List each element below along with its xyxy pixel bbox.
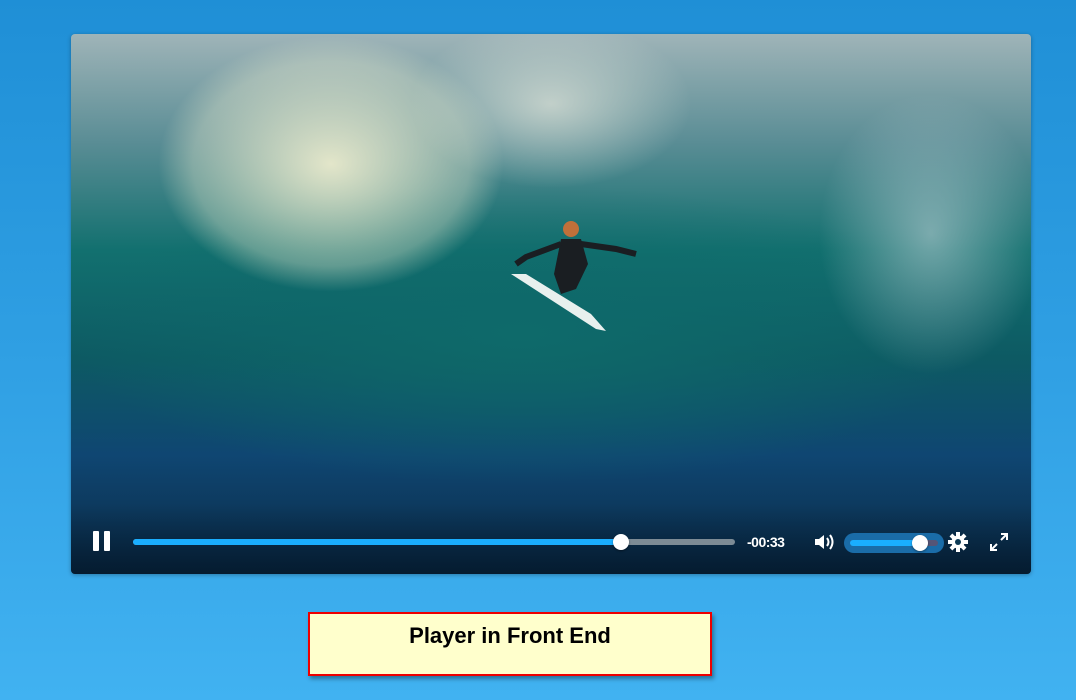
seek-handle[interactable] <box>612 534 629 550</box>
pause-icon-bar <box>104 531 110 551</box>
settings-button[interactable] <box>948 532 968 557</box>
caption-text: Player in Front End <box>409 623 611 648</box>
volume-level <box>850 540 921 546</box>
time-remaining: -00:33 <box>747 534 785 550</box>
mute-button[interactable] <box>813 532 835 557</box>
volume-handle[interactable] <box>912 535 929 551</box>
gear-icon <box>948 532 968 552</box>
volume-track <box>850 535 938 551</box>
pause-button[interactable] <box>93 531 111 551</box>
pause-icon <box>93 531 99 551</box>
volume-icon <box>815 534 834 550</box>
seek-progress <box>133 539 621 545</box>
fullscreen-button[interactable] <box>989 532 1009 557</box>
seek-bar[interactable] <box>133 534 735 550</box>
volume-slider[interactable] <box>844 533 944 553</box>
fullscreen-icon <box>990 533 1008 551</box>
caption-box: Player in Front End <box>308 612 712 676</box>
